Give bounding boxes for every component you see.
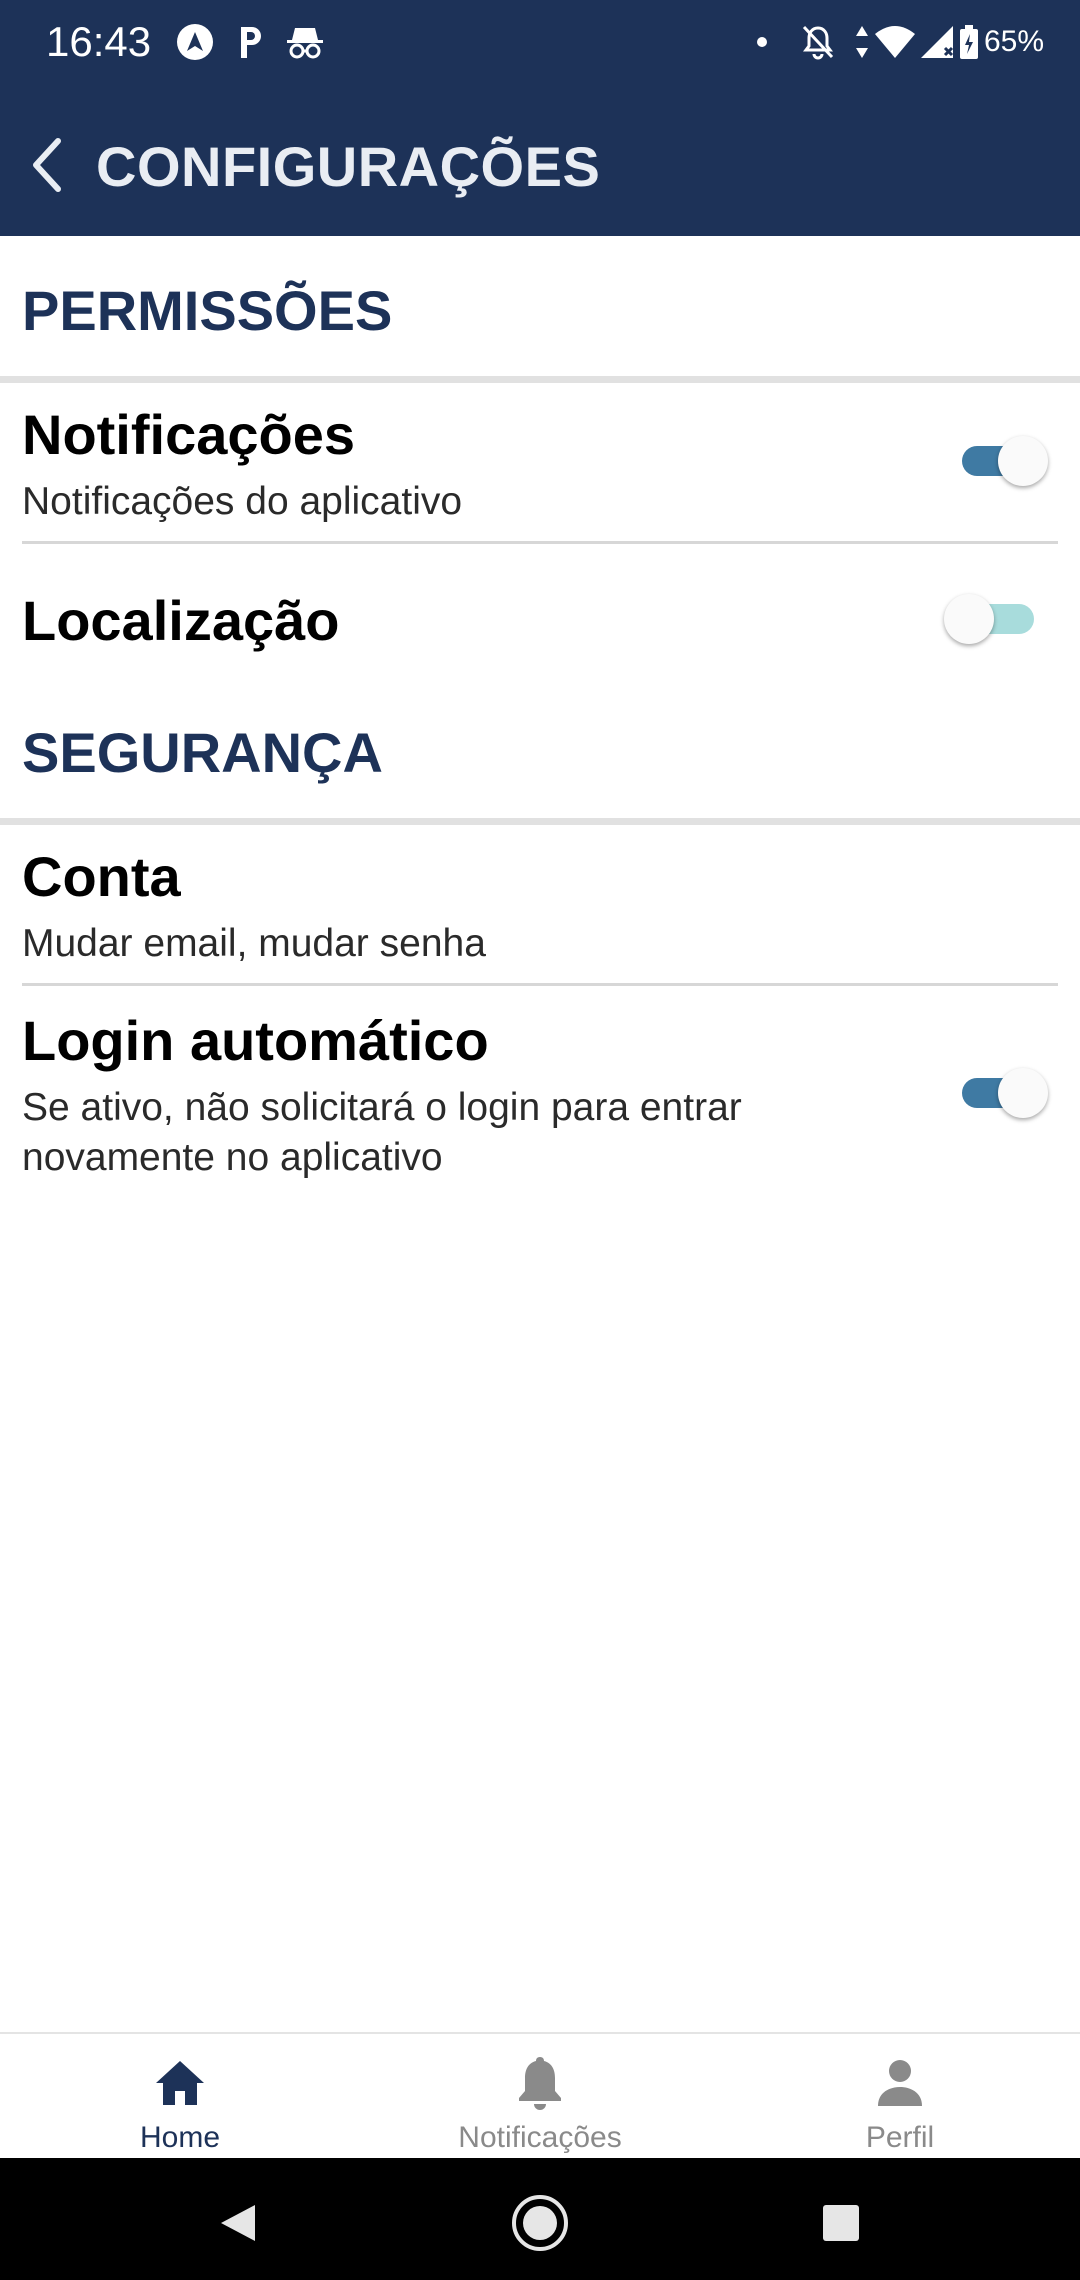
toggle-thumb [944,594,994,644]
system-recents-button[interactable] [806,2188,876,2258]
settings-item-title: Conta [22,845,181,908]
dot-icon [752,20,772,64]
signal-icon [918,20,956,64]
nav-label: Perfil [865,2121,935,2154]
parking-icon [234,20,268,64]
section-divider [0,376,1080,383]
home-icon [60,2048,300,2118]
settings-item-title: Localização [22,589,340,652]
app-header: 16:43 65% CONFIGURAÇÕES [0,0,1080,236]
nav-label: Notificações [458,2121,622,2154]
nav-arrow-icon [174,20,216,64]
page-title: CONFIGURAÇÕES [96,135,601,198]
chevron-left-icon [33,138,61,192]
system-navigation-bar [0,2158,1080,2280]
bell-off-icon [800,20,836,64]
battery-percentage: 65% [984,25,1045,58]
settings-item-subtitle-continued: novamente no aplicativo [22,1136,443,1179]
system-back-button[interactable] [202,2188,272,2258]
settings-item-subtitle: Mudar email, mudar senha [22,922,486,965]
person-icon [780,2048,1020,2118]
data-arrows-icon [852,20,872,64]
section-divider [0,818,1080,825]
nav-item-home[interactable]: Home [60,2034,300,2160]
notifications-toggle[interactable] [962,430,1052,490]
toggle-thumb [998,436,1048,486]
triangle-back-icon [221,2205,255,2241]
bottom-navigation: Home Notificações Perfil [0,2032,1080,2160]
settings-item-title: Notificações [22,403,355,466]
section-title-security: SEGURANÇA [22,721,383,784]
system-home-button[interactable] [505,2188,575,2258]
nav-item-notifications[interactable]: Notificações [420,2034,660,2160]
nav-item-profile[interactable]: Perfil [780,2034,1020,2160]
item-divider [22,541,1058,544]
auto-login-toggle[interactable] [962,1062,1052,1122]
circle-home-icon [512,2195,568,2251]
settings-item-subtitle: Notificações do aplicativo [22,480,463,523]
settings-item-subtitle: Se ativo, não solicitará o login para en… [22,1086,742,1129]
location-toggle[interactable] [944,588,1034,648]
wifi-icon [872,20,918,64]
battery-icon [958,20,980,64]
nav-label: Home [139,2121,221,2154]
section-title-permissions: PERMISSÕES [22,279,393,342]
incognito-icon [284,20,326,64]
item-divider [22,983,1058,986]
settings-item-title: Login automático [22,1009,489,1072]
status-time: 16:43 [46,18,152,65]
bell-icon [420,2048,660,2118]
square-recents-icon [823,2205,859,2241]
toggle-thumb [998,1068,1048,1118]
back-button[interactable] [18,126,74,204]
